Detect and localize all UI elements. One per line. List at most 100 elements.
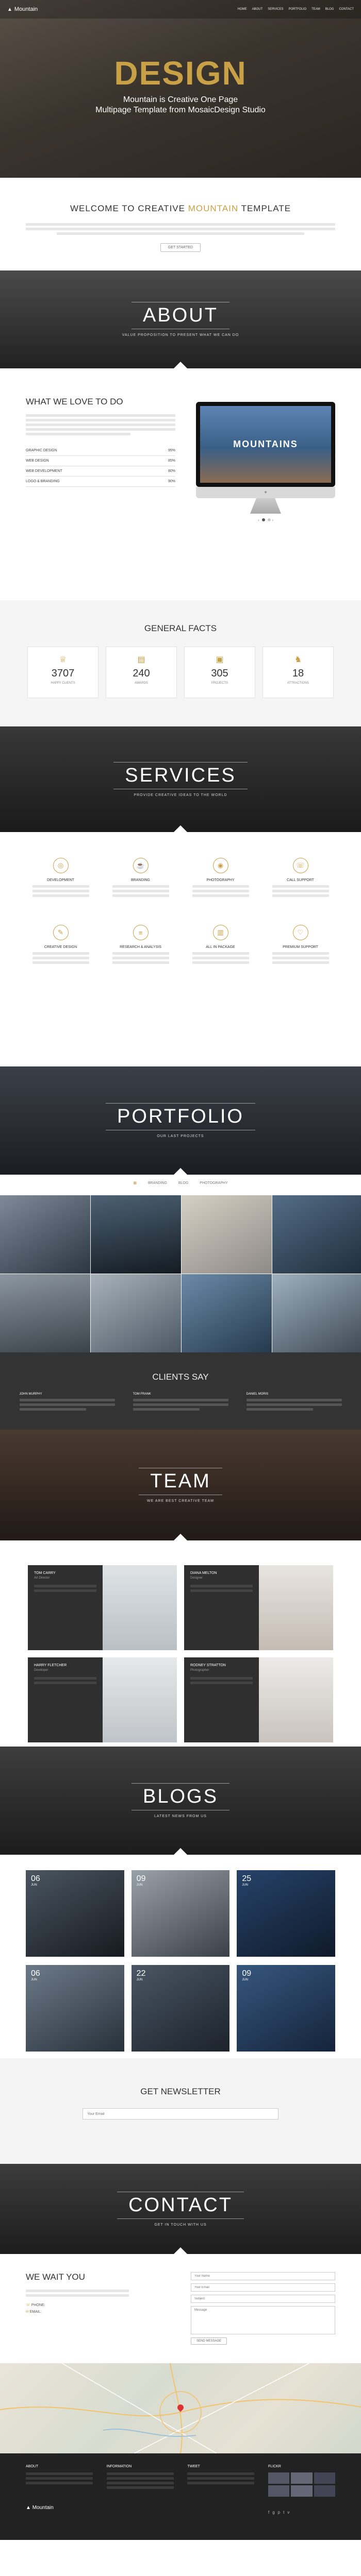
fact-card: ♞ 18 ATTRACTIONS [262, 647, 334, 698]
portfolio-filters: ▦ BRANDING BLOG PHOTOGRAPHY [0, 1175, 361, 1195]
nav-item-home[interactable]: HOME [238, 8, 247, 11]
blog-post[interactable]: 09 JUN [131, 1870, 230, 1957]
team-grid: TOM CARRY Art Director DIANA MELTON Design… [0, 1540, 361, 1747]
portfolio-item[interactable] [182, 1195, 272, 1274]
blog-post[interactable]: 25 JUN [237, 1870, 335, 1957]
nav-item-about[interactable]: ABOUT [252, 8, 263, 11]
google-plus-icon[interactable]: g [272, 2510, 274, 2515]
portfolio-item[interactable] [91, 1274, 181, 1352]
blogs-subtitle: LATEST NEWS FROM US [154, 1815, 207, 1818]
footer-logo[interactable]: ▲ Mountain [26, 2505, 93, 2511]
blog-post[interactable]: 06 JUN [26, 1870, 124, 1957]
hero-section: ▲ Mountain HOME ABOUT SERVICES PORTFOLIO… [0, 0, 361, 178]
contact-message-input[interactable] [191, 2306, 335, 2334]
contact-title: CONTACT [117, 2191, 244, 2219]
portfolio-item[interactable] [0, 1274, 90, 1352]
team-card[interactable]: TOM CARRY Art Director [28, 1565, 177, 1650]
contact-subject-input[interactable] [191, 2295, 335, 2303]
pinterest-icon[interactable]: p [278, 2510, 280, 2515]
filter-branding[interactable]: BRANDING [148, 1181, 167, 1185]
testimonial: DANIEL MORIS [246, 1393, 342, 1413]
service-item[interactable]: ☏ CALL SUPPORT [260, 858, 340, 899]
skill-row: WEB DESIGN 85% [26, 456, 175, 466]
about-subtitle: VALUE PROPOSITION TO PRESENT WHAT WE CAN… [122, 333, 239, 337]
get-started-button[interactable]: GET STARTED [160, 243, 201, 252]
logo[interactable]: ▲ Mountain [7, 6, 38, 12]
nav-item-blog[interactable]: BLOG [325, 8, 334, 11]
bike-icon: ♞ [294, 655, 302, 664]
portfolio-item[interactable] [272, 1195, 361, 1274]
service-item[interactable]: ✎ CREATIVE DESIGN [21, 925, 101, 966]
email-row: ✉ EMAIL: [26, 2310, 42, 2314]
social-links: f g p t v [268, 2510, 335, 2515]
skills-list: GRAPHIC DESIGN 95% WEB DESIGN 85% WEB DEVE… [26, 446, 175, 487]
team-card[interactable]: RODNEY STRATTON Photographer [184, 1657, 333, 1742]
portfolio-grid [0, 1195, 361, 1352]
skill-row: GRAPHIC DESIGN 95% [26, 446, 175, 456]
flickr-thumb[interactable] [268, 2485, 290, 2497]
team-photo [102, 1657, 177, 1742]
service-item[interactable]: ☕ BRANDING [101, 858, 180, 899]
slider-dot-active[interactable] [261, 518, 265, 521]
facebook-icon[interactable]: f [268, 2510, 269, 2515]
send-message-button[interactable]: SEND MESSAGE [191, 2337, 227, 2345]
section-arrow [173, 2247, 188, 2254]
nav-item-portfolio[interactable]: PORTFOLIO [289, 8, 307, 11]
welcome-title: WELCOME TO CREATIVE MOUNTAIN TEMPLATE [70, 204, 291, 213]
nav-item-services[interactable]: SERVICES [268, 8, 283, 11]
love-text [26, 414, 175, 435]
filter-blog[interactable]: BLOG [178, 1181, 188, 1185]
portfolio-band: PORTFOLIO OUR LAST PROJECTS [0, 1066, 361, 1175]
testimonial: TOM FRANK [133, 1393, 228, 1413]
service-item[interactable]: ◎ DEVELOPMENT [21, 858, 101, 899]
fact-card: ▤ 240 AWARDS [106, 647, 177, 698]
grid-icon[interactable]: ▦ [133, 1181, 137, 1185]
blogs-title: BLOGS [132, 1783, 229, 1810]
portfolio-item[interactable] [91, 1195, 181, 1274]
prev-arrow-icon[interactable]: ‹ [258, 518, 259, 522]
filter-photography[interactable]: PHOTOGRAPHY [200, 1181, 227, 1185]
map[interactable] [0, 2363, 361, 2453]
flickr-thumb[interactable] [268, 2472, 290, 2484]
twitter-icon[interactable]: t [283, 2510, 284, 2515]
slider-dot[interactable] [268, 518, 271, 521]
testimonial: JOHN MURPHY [19, 1393, 115, 1413]
flickr-thumb[interactable] [314, 2485, 335, 2497]
flickr-thumb[interactable] [291, 2472, 313, 2484]
newsletter-section: GET NEWSLETTER [0, 2058, 361, 2164]
blog-post[interactable]: 09 JUN [237, 1965, 335, 2052]
team-card[interactable]: HARRY FLETCHER Developer [28, 1657, 177, 1742]
contact-email-input[interactable] [191, 2283, 335, 2292]
team-card[interactable]: DIANA MELTON Designer [184, 1565, 333, 1650]
blogs-band: BLOGS LATEST NEWS FROM US [0, 1747, 361, 1855]
blog-post[interactable]: 22 JUN [131, 1965, 230, 2052]
contact-subtitle: GET IN TOUCH WITH US [154, 2223, 207, 2227]
book-icon: ▤ [137, 655, 145, 664]
newsletter-email-input[interactable] [83, 2108, 278, 2120]
portfolio-item[interactable] [272, 1274, 361, 1352]
clients-section: CLIENTS SAY JOHN MURPHY TOM FRANK DANIEL… [0, 1352, 361, 1430]
service-item[interactable]: ▥ ALL IN PACKAGE [180, 925, 260, 966]
nav-item-contact[interactable]: CONTACT [339, 8, 354, 11]
service-item[interactable]: ◉ PHOTOGRAPHY [180, 858, 260, 899]
contact-name-input[interactable] [191, 2272, 335, 2280]
contact-band: CONTACT GET IN TOUCH WITH US [0, 2164, 361, 2254]
flickr-thumb[interactable] [291, 2485, 313, 2497]
next-arrow-icon[interactable]: › [272, 518, 273, 522]
services-title: SERVICES [113, 761, 248, 789]
flickr-thumb[interactable] [314, 2472, 335, 2484]
team-photo [258, 1565, 333, 1650]
portfolio-title: PORTFOLIO [106, 1103, 255, 1130]
blog-post[interactable]: 06 JUN [26, 1965, 124, 2052]
section-arrow [173, 1168, 188, 1175]
service-item[interactable]: ♡ PREMIUM SUPPORT [260, 925, 340, 966]
portfolio-item[interactable] [182, 1274, 272, 1352]
nav-item-team[interactable]: TEAM [311, 8, 320, 11]
team-photo [258, 1657, 333, 1742]
blog-grid: 06 JUN 09 JUN 25 JUN 06 JUN 22 JUN 09 JUN [0, 1855, 361, 2058]
vimeo-icon[interactable]: v [287, 2510, 289, 2515]
phone-icon: ☏ [292, 858, 308, 873]
portfolio-item[interactable] [0, 1195, 90, 1274]
service-item[interactable]: ≡ RESEARCH & ANALYSIS [101, 925, 180, 966]
phone-row: ☏ PHONE: [26, 2303, 45, 2307]
